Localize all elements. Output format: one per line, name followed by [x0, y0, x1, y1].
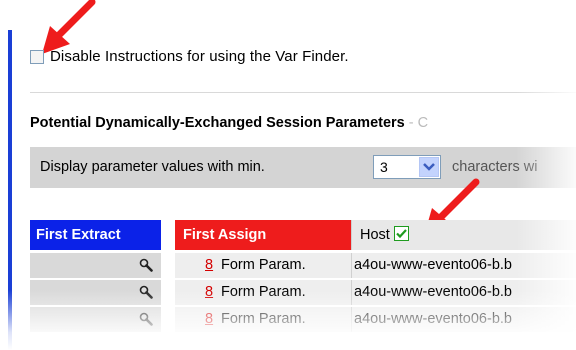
- filter-suffix-label: characters wi: [452, 159, 538, 175]
- first-assign-cell: 8 Form Param.: [175, 307, 351, 332]
- first-assign-cell: 8 Form Param.: [175, 280, 351, 305]
- magnifier-icon[interactable]: [139, 312, 153, 326]
- disable-instructions-checkbox[interactable]: [30, 49, 44, 64]
- host-value: a4ou-www-evento06-b.b: [354, 311, 512, 327]
- table-row: 8 Form Param. a4ou-www-evento06-b.b: [30, 253, 576, 278]
- host-value: a4ou-www-evento06-b.b: [354, 257, 512, 273]
- host-cell: a4ou-www-evento06-b.b: [351, 307, 576, 332]
- section-title-tail: - C: [404, 115, 429, 131]
- table-row: 8 Form Param. a4ou-www-evento06-b.b: [30, 280, 576, 305]
- first-extract-cell: [30, 307, 161, 332]
- assign-number-link[interactable]: 8: [205, 311, 213, 327]
- magnifier-icon[interactable]: [139, 258, 153, 272]
- header-host[interactable]: Host: [351, 220, 576, 250]
- header-first-assign[interactable]: First Assign: [175, 220, 351, 250]
- assign-source: Form Param.: [221, 284, 306, 300]
- host-cell: a4ou-www-evento06-b.b: [351, 253, 576, 278]
- min-characters-select[interactable]: 3: [373, 155, 441, 179]
- assign-source: Form Param.: [221, 311, 306, 327]
- checkmark-icon: [396, 229, 407, 239]
- host-value: a4ou-www-evento06-b.b: [354, 284, 512, 300]
- assign-source: Form Param.: [221, 257, 306, 273]
- section-title: Potential Dynamically-Exchanged Session …: [30, 115, 428, 131]
- magnifier-icon[interactable]: [139, 285, 153, 299]
- header-first-extract[interactable]: First Extract: [30, 220, 161, 250]
- first-extract-cell: [30, 253, 161, 278]
- first-assign-cell: 8 Form Param.: [175, 253, 351, 278]
- min-characters-value: 3: [380, 159, 388, 175]
- first-extract-cell: [30, 280, 161, 305]
- disable-instructions-label: Disable Instructions for using the Var F…: [50, 48, 349, 65]
- instructions-toggle[interactable]: Disable Instructions for using the Var F…: [30, 48, 349, 65]
- host-column-checkbox[interactable]: [393, 226, 409, 241]
- header-host-label: Host: [360, 227, 390, 243]
- filter-prefix-label: Display parameter values with min.: [40, 159, 265, 175]
- left-accent-bar: [8, 30, 12, 350]
- filter-bar: Display parameter values with min. 3 cha…: [30, 147, 576, 188]
- assign-number-link[interactable]: 8: [205, 257, 213, 273]
- chevron-down-icon[interactable]: [419, 157, 439, 177]
- host-cell: a4ou-www-evento06-b.b: [351, 280, 576, 305]
- divider: [30, 92, 576, 93]
- table-row: 8 Form Param. a4ou-www-evento06-b.b: [30, 307, 576, 332]
- section-title-text: Potential Dynamically-Exchanged Session …: [30, 115, 405, 131]
- assign-number-link[interactable]: 8: [205, 284, 213, 300]
